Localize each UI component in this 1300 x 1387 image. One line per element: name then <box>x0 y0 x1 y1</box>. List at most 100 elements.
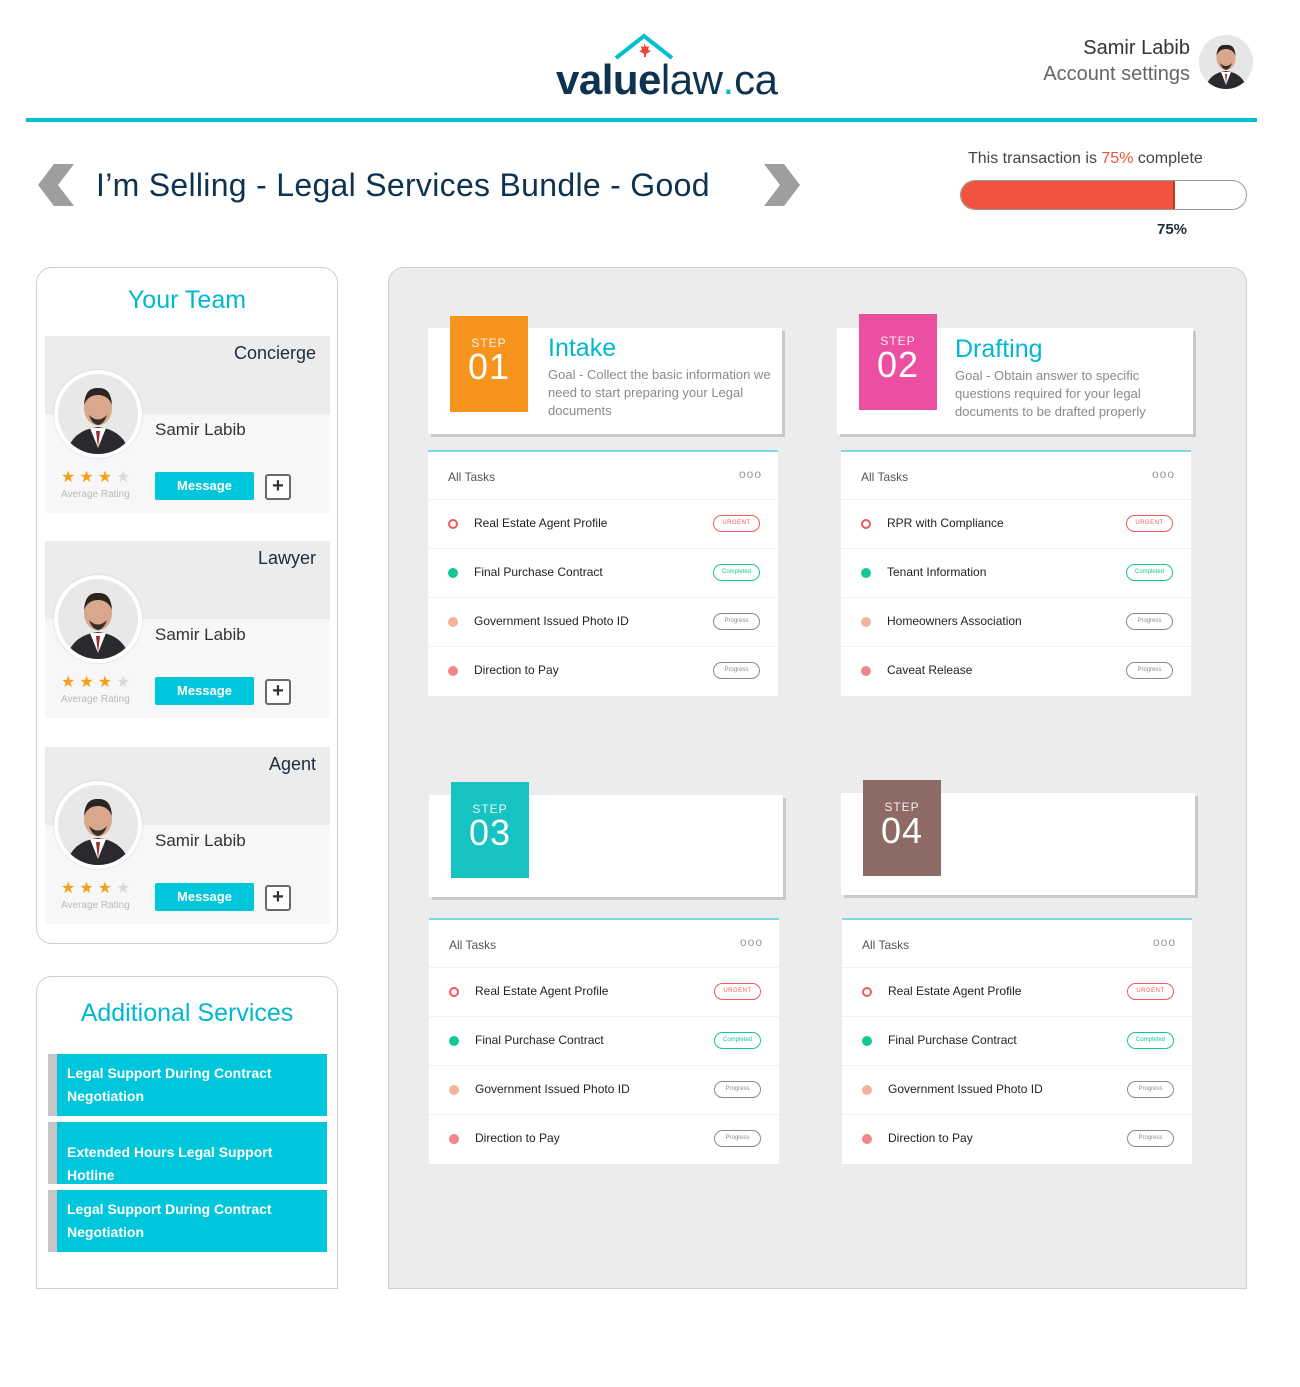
star-icon: ★ <box>79 880 98 897</box>
avatar[interactable] <box>54 781 142 869</box>
team-member-concierge: Concierge Samir Labib ★★★★ Average Ratin… <box>45 336 330 513</box>
step-badge: STEP 04 <box>863 780 941 876</box>
service-item[interactable]: Legal Support During Contract Negotiatio… <box>48 1190 327 1252</box>
member-role: Lawyer <box>257 548 316 568</box>
status-dot <box>448 568 458 578</box>
message-button[interactable]: Message <box>155 677 254 705</box>
status-badge: URGENT <box>1126 515 1173 532</box>
task-row[interactable]: Government Issued Photo ID Progress <box>842 1065 1192 1114</box>
user-name: Samir Labib <box>1083 37 1190 59</box>
service-item[interactable]: Extended Hours Legal Support Hotline <box>48 1122 327 1184</box>
task-list-step-03: All Tasks ooo Real Estate Agent Profile U… <box>429 918 779 1164</box>
step-goal: Goal - Obtain answer to specific questio… <box>955 368 1146 419</box>
step-card-intake[interactable]: STEP 01 Intake Goal - Collect the basic … <box>428 316 782 434</box>
step-card-drafting[interactable]: STEP 02 Drafting Goal - Obtain answer to… <box>837 314 1193 434</box>
message-button[interactable]: Message <box>155 472 254 500</box>
message-button[interactable]: Message <box>155 883 254 911</box>
status-dot <box>449 1085 459 1095</box>
progress-bar <box>960 180 1247 210</box>
status-dot <box>861 617 871 627</box>
steps-board: STEP 01 Intake Goal - Collect the basic … <box>388 267 1247 1289</box>
rating-stars: ★★★★ <box>61 675 134 691</box>
step-title: Intake <box>548 334 617 362</box>
task-row[interactable]: Real Estate Agent Profile URGENT <box>428 499 778 548</box>
header-divider <box>26 118 1257 122</box>
star-icon: ★ <box>79 469 98 486</box>
team-member-lawyer: Lawyer Samir Labib ★★★★ Average Rating M… <box>45 541 330 718</box>
task-list-step-04: All Tasks ooo Real Estate Agent Profile U… <box>842 918 1192 1164</box>
status-badge: Completed <box>1126 564 1173 581</box>
rating-stars: ★★★★ <box>61 881 134 897</box>
step-goal: Goal - Collect the basic information we … <box>548 367 771 418</box>
account-settings-link[interactable]: Account settings <box>1043 60 1190 88</box>
status-badge: URGENT <box>714 983 761 1000</box>
task-row[interactable]: Direction to Pay Progress <box>428 646 778 695</box>
star-icon: ★ <box>61 880 80 897</box>
task-row[interactable]: Tenant Information Completed <box>841 548 1191 597</box>
more-icon[interactable]: ooo <box>1153 935 1176 949</box>
status-badge: Completed <box>714 1032 761 1049</box>
task-row[interactable]: Homeowners Association Progress <box>841 597 1191 646</box>
status-dot <box>448 666 458 676</box>
task-row[interactable]: Final Purchase Contract Completed <box>428 548 778 597</box>
task-row[interactable]: Real Estate Agent Profile URGENT <box>842 967 1192 1016</box>
additional-services-panel: Additional Services Legal Support During… <box>36 976 338 1289</box>
more-icon[interactable]: ooo <box>739 467 762 481</box>
step-card-03[interactable]: STEP 03 <box>429 782 783 897</box>
status-badge: URGENT <box>713 515 760 532</box>
status-badge: Progress <box>1126 613 1173 630</box>
avatar[interactable] <box>1199 35 1253 89</box>
service-item[interactable]: Legal Support During Contract Negotiatio… <box>48 1054 327 1116</box>
star-icon: ★ <box>97 469 117 486</box>
chevron-right-icon[interactable] <box>762 164 802 206</box>
task-row[interactable]: Government Issued Photo ID Progress <box>429 1065 779 1114</box>
task-row[interactable]: Caveat Release Progress <box>841 646 1191 695</box>
avatar[interactable] <box>54 370 142 458</box>
status-badge: Progress <box>1126 662 1173 679</box>
tasks-header: All Tasks <box>861 470 909 484</box>
status-dot <box>449 1134 459 1144</box>
more-icon[interactable]: ooo <box>740 935 763 949</box>
step-badge: STEP 01 <box>450 316 528 412</box>
progress-fill <box>961 181 1175 209</box>
status-dot <box>862 1085 872 1095</box>
progress-label: 75% <box>1157 221 1188 238</box>
plus-icon[interactable]: + <box>265 679 291 705</box>
member-role: Agent <box>268 754 316 774</box>
status-dot <box>862 987 872 997</box>
star-icon: ★ <box>97 880 117 897</box>
star-icon: ★ <box>79 674 98 691</box>
valuelaw-logo[interactable]: valuelaw.ca <box>556 32 796 103</box>
status-badge: Progress <box>713 662 760 679</box>
your-team-panel: Your Team Concierge Samir Labib ★★★★ Ave… <box>36 267 338 944</box>
user-menu[interactable]: Samir Labib Account settings <box>1043 36 1190 88</box>
task-row[interactable]: Government Issued Photo ID Progress <box>428 597 778 646</box>
status-badge: Progress <box>714 1130 761 1147</box>
task-row[interactable]: Direction to Pay Progress <box>842 1114 1192 1163</box>
task-row[interactable]: RPR with Compliance URGENT <box>841 499 1191 548</box>
status-badge: Progress <box>714 1081 761 1098</box>
avatar[interactable] <box>54 575 142 663</box>
member-role: Concierge <box>233 343 316 363</box>
plus-icon[interactable]: + <box>265 474 291 500</box>
status-badge: URGENT <box>1127 983 1174 1000</box>
plus-icon[interactable]: + <box>265 885 291 911</box>
star-icon: ★ <box>61 469 80 486</box>
status-dot <box>449 1036 459 1046</box>
additional-services-title: Additional Services <box>80 999 294 1027</box>
progress-caption: This transaction is 75% complete <box>968 150 1203 167</box>
star-icon: ★ <box>116 674 135 691</box>
task-list-step-02: All Tasks ooo RPR with Compliance URGENT … <box>841 450 1191 696</box>
tasks-header: All Tasks <box>862 938 910 952</box>
task-row[interactable]: Real Estate Agent Profile URGENT <box>429 967 779 1016</box>
maple-leaf-icon <box>639 43 651 57</box>
task-row[interactable]: Direction to Pay Progress <box>429 1114 779 1163</box>
step-card-04[interactable]: STEP 04 <box>841 780 1195 895</box>
status-badge: Progress <box>1127 1081 1174 1098</box>
task-row[interactable]: Final Purchase Contract Completed <box>429 1016 779 1065</box>
more-icon[interactable]: ooo <box>1152 467 1175 481</box>
task-row[interactable]: Final Purchase Contract Completed <box>842 1016 1192 1065</box>
your-team-title: Your Team <box>127 286 247 314</box>
chevron-left-icon[interactable] <box>36 164 76 206</box>
star-icon: ★ <box>116 880 135 897</box>
